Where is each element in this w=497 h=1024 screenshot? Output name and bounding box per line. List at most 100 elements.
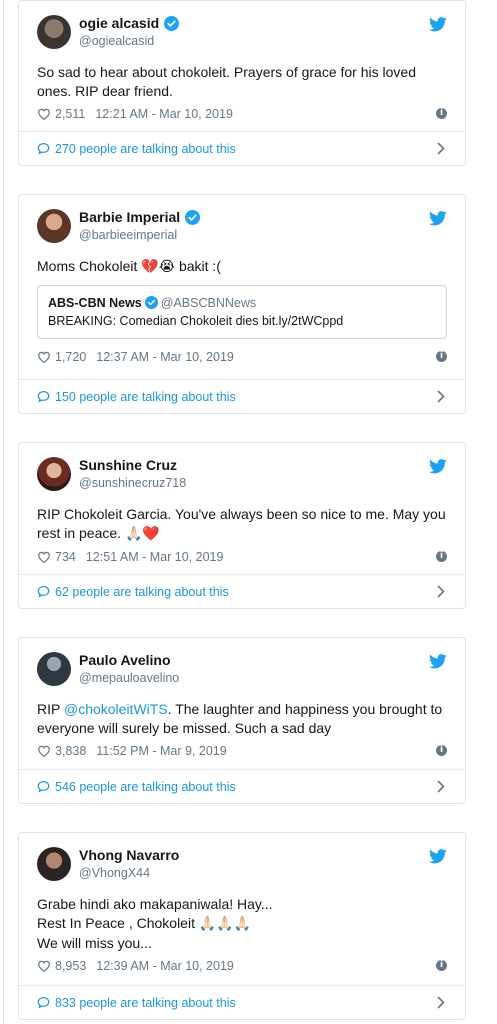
- quoted-tweet[interactable]: ABS-CBN News @ABSCBNNews BREAKING: Comedi…: [37, 285, 447, 339]
- info-icon[interactable]: i: [436, 551, 447, 562]
- info-icon[interactable]: i: [436, 108, 447, 119]
- tweet-header: Sunshine Cruz @sunshinecruz718: [19, 443, 465, 497]
- talking-link[interactable]: 833 people are talking about this: [19, 985, 465, 1019]
- like-count: 8,953: [55, 959, 87, 973]
- tweet-header: Barbie Imperial @barbieeimperial: [19, 195, 465, 249]
- tweet-text: So sad to hear about chokoleit. Prayers …: [37, 64, 416, 99]
- talking-count[interactable]: 62 people are talking about this: [55, 585, 229, 599]
- avatar[interactable]: [37, 652, 71, 686]
- info-icon[interactable]: i: [436, 351, 447, 362]
- tweet-text-main: RIP Chokoleit Garcia. You've always been…: [37, 506, 446, 541]
- verified-badge-icon: [164, 16, 179, 31]
- chevron-right-icon[interactable]: [437, 996, 445, 1009]
- tweet-text-line: Grabe hindi ako makapaniwala! Hay...: [37, 896, 273, 912]
- chevron-right-icon[interactable]: [437, 142, 445, 155]
- author-name-row[interactable]: Vhong Navarro: [79, 847, 179, 863]
- twitter-bird-icon[interactable]: [429, 17, 447, 32]
- author-name-row[interactable]: Paulo Avelino: [79, 652, 171, 668]
- quoted-author-handle[interactable]: @ABSCBNNews: [161, 296, 256, 310]
- like-count: 3,838: [55, 744, 87, 758]
- tweet-header: Paulo Avelino @mepauloavelino: [19, 638, 465, 692]
- author-name[interactable]: Vhong Navarro: [79, 847, 179, 863]
- talking-link[interactable]: 270 people are talking about this: [19, 131, 465, 165]
- info-icon[interactable]: i: [436, 745, 447, 756]
- verified-badge-icon: [145, 296, 158, 309]
- tweet-timestamp[interactable]: 11:52 PM - Mar 9, 2019: [96, 744, 226, 758]
- talking-count[interactable]: 270 people are talking about this: [55, 142, 236, 156]
- like-count: 1,720: [55, 350, 87, 364]
- tweet-card[interactable]: Vhong Navarro @VhongX44 Grabe hindi ako …: [18, 832, 466, 1020]
- tweet-text-line: Rest In Peace , Chokoleit 🙏🏻🙏🏻🙏🏻: [37, 914, 447, 934]
- author-handle[interactable]: @ogiealcasid: [79, 34, 154, 48]
- tweet-text-tail: bakit :(: [175, 258, 221, 274]
- page-edge-rule: [3, 0, 4, 1024]
- author-name[interactable]: ogie alcasid: [79, 15, 159, 31]
- like-count: 2,511: [55, 107, 86, 121]
- quoted-tweet-text: BREAKING: Comedian Chokoleit dies bit.ly…: [48, 314, 344, 328]
- talking-count[interactable]: 833 people are talking about this: [55, 996, 236, 1010]
- talking-link[interactable]: 150 people are talking about this: [19, 379, 465, 413]
- tweet-meta: 3,838 11:52 PM - Mar 9, 2019 i: [19, 738, 465, 764]
- quoted-tweet-header: ABS-CBN News @ABSCBNNews: [48, 294, 436, 312]
- reply-bubble-icon: [37, 780, 50, 793]
- author-name[interactable]: Barbie Imperial: [79, 209, 180, 225]
- talking-count[interactable]: 546 people are talking about this: [55, 780, 236, 794]
- heart-icon[interactable]: [37, 959, 51, 973]
- tweet-meta: 1,720 12:37 AM - Mar 10, 2019 i: [19, 344, 465, 370]
- talking-link[interactable]: 546 people are talking about this: [19, 769, 465, 803]
- author-name-row[interactable]: Sunshine Cruz: [79, 457, 177, 473]
- heart-icon[interactable]: [37, 744, 51, 758]
- talking-count[interactable]: 150 people are talking about this: [55, 390, 236, 404]
- reply-bubble-icon: [37, 390, 50, 403]
- twitter-bird-icon[interactable]: [429, 654, 447, 669]
- tweet-card[interactable]: ogie alcasid @ogiealcasid So sad to hear…: [18, 0, 466, 166]
- avatar[interactable]: [37, 847, 71, 881]
- chevron-right-icon[interactable]: [437, 780, 445, 793]
- heart-icon[interactable]: [37, 107, 51, 121]
- avatar[interactable]: [37, 457, 71, 491]
- author-handle[interactable]: @VhongX44: [79, 866, 150, 880]
- emoji-pray: 🙏🏻🙏🏻🙏🏻: [198, 916, 252, 932]
- quoted-author-name[interactable]: ABS-CBN News: [48, 296, 142, 310]
- author-handle[interactable]: @sunshinecruz718: [79, 476, 186, 490]
- twitter-bird-icon[interactable]: [429, 459, 447, 474]
- tweet-header: ogie alcasid @ogiealcasid: [19, 1, 465, 55]
- heart-icon[interactable]: [37, 550, 51, 564]
- author-name-row[interactable]: Barbie Imperial: [79, 209, 200, 225]
- author-handle[interactable]: @barbieeimperial: [79, 228, 177, 242]
- twitter-bird-icon[interactable]: [429, 211, 447, 226]
- author-name[interactable]: Paulo Avelino: [79, 652, 171, 668]
- tweet-text: RIP Chokoleit Garcia. You've always been…: [19, 505, 465, 544]
- tweet-timestamp[interactable]: 12:51 AM - Mar 10, 2019: [86, 550, 224, 564]
- author-name[interactable]: Sunshine Cruz: [79, 457, 177, 473]
- tweet-card[interactable]: Barbie Imperial @barbieeimperial Moms Ch…: [18, 194, 466, 414]
- mention-link[interactable]: @chokoleitWiTS: [64, 701, 168, 717]
- tweet-meta: 8,953 12:39 AM - Mar 10, 2019 i: [19, 953, 465, 979]
- tweet-text: RIP @chokoleitWiTS. The laughter and hap…: [19, 700, 465, 738]
- tweet-text-lead: RIP: [37, 701, 64, 717]
- tweet-text: Grabe hindi ako makapaniwala! Hay... Res…: [19, 895, 465, 953]
- tweet-meta: 2,511 12:21 AM - Mar 10, 2019 i: [19, 101, 465, 127]
- like-count: 734: [55, 550, 76, 564]
- author-handle[interactable]: @mepauloavelino: [79, 671, 179, 685]
- tweet-header: Vhong Navarro @VhongX44: [19, 833, 465, 887]
- avatar[interactable]: [37, 15, 71, 49]
- info-icon[interactable]: i: [436, 960, 447, 971]
- tweet-text-line: We will miss you...: [37, 935, 152, 951]
- verified-badge-icon: [185, 210, 200, 225]
- talking-link[interactable]: 62 people are talking about this: [19, 574, 465, 608]
- tweet-timestamp[interactable]: 12:39 AM - Mar 10, 2019: [96, 959, 234, 973]
- heart-icon[interactable]: [37, 350, 51, 364]
- author-name-row[interactable]: ogie alcasid: [79, 15, 179, 31]
- reply-bubble-icon: [37, 142, 50, 155]
- chevron-right-icon[interactable]: [437, 585, 445, 598]
- tweet-card[interactable]: Sunshine Cruz @sunshinecruz718 RIP Choko…: [18, 442, 466, 609]
- reply-bubble-icon: [37, 585, 50, 598]
- twitter-bird-icon[interactable]: [429, 849, 447, 864]
- chevron-right-icon[interactable]: [437, 390, 445, 403]
- avatar[interactable]: [37, 209, 71, 243]
- tweet-timestamp[interactable]: 12:37 AM - Mar 10, 2019: [96, 350, 234, 364]
- tweet-card[interactable]: Paulo Avelino @mepauloavelino RIP @choko…: [18, 637, 466, 804]
- tweet-timestamp[interactable]: 12:21 AM - Mar 10, 2019: [95, 107, 233, 121]
- tweet-text: Moms Chokoleit 💔😭 bakit :(: [19, 257, 465, 277]
